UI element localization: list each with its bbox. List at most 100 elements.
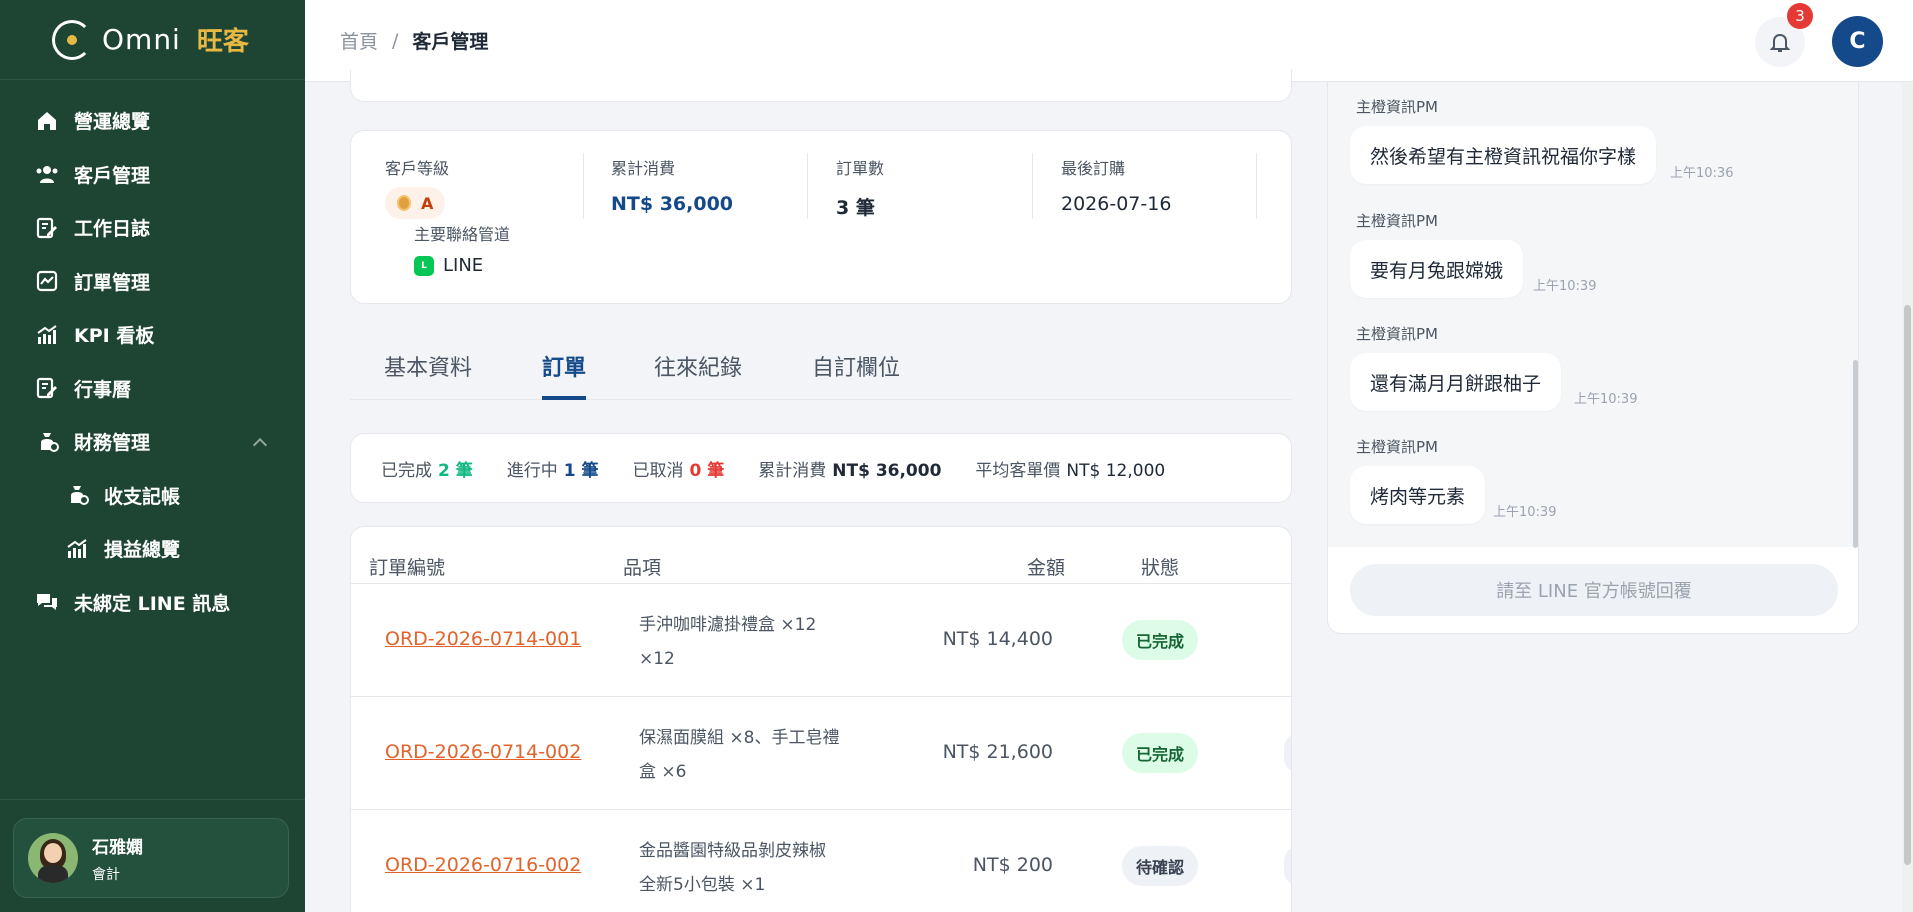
order-items: 金品醬園特級品剝皮辣椒 全新5小包裝 ×1: [639, 841, 826, 895]
sidebar-item-label: 客戶管理: [74, 164, 151, 187]
order-link[interactable]: ORD-2026-0714-001: [385, 628, 581, 650]
avatar: [28, 833, 78, 883]
user-role: 會計: [92, 866, 120, 883]
order-amount: NT$ 14,400: [942, 628, 1053, 650]
sidebar-item-unbound-line[interactable]: 未綁定 LINE 訊息: [0, 576, 305, 630]
message-bubble: 要有月兔跟嫦娥: [1350, 240, 1524, 298]
sidebar-nav: 營運總覽 客戶管理 工作日誌 訂單管理 KPI 看板 行事曆 財務管理 收支記帳…: [0, 80, 305, 629]
chat-scrollbar[interactable]: [1853, 360, 1858, 548]
order-amount: NT$ 200: [972, 854, 1053, 876]
row-action-button[interactable]: [1284, 733, 1291, 773]
message-sender: 主橙資訊PM: [1356, 438, 1438, 456]
table-row: ORD-2026-0714-001 手沖咖啡濾掛禮盒 ×12 ×12 NT$ 14…: [351, 584, 1291, 697]
bar-chart-icon: [34, 322, 60, 348]
sidebar-item-kpi[interactable]: KPI 看板: [0, 308, 305, 362]
summary-cancelled: 已取消 0 筆: [632, 460, 725, 481]
users-icon: [34, 161, 60, 187]
tab-custom-fields[interactable]: 自訂欄位: [812, 350, 900, 396]
tab-orders[interactable]: 訂單: [542, 350, 587, 400]
message-time: 上午10:39: [1533, 279, 1597, 294]
message-sender: 主橙資訊PM: [1356, 212, 1438, 230]
sidebar-item-orders[interactable]: 訂單管理: [0, 255, 305, 309]
order-items: 手沖咖啡濾掛禮盒 ×12 ×12: [639, 615, 817, 669]
account-avatar[interactable]: C: [1832, 16, 1883, 67]
row-action-button[interactable]: [1284, 846, 1291, 886]
money-bag-icon: [34, 429, 60, 455]
stat-value: 2026-07-16: [1061, 193, 1172, 215]
breadcrumb-home[interactable]: 首頁: [340, 27, 378, 54]
contact-channel: L LINE: [414, 255, 483, 276]
sidebar-item-customers[interactable]: 客戶管理: [0, 148, 305, 202]
sidebar-item-worklog[interactable]: 工作日誌: [0, 201, 305, 255]
column-header: 品項: [623, 557, 662, 579]
summary-average: 平均客單價 NT$ 12,000: [975, 460, 1166, 481]
order-link[interactable]: ORD-2026-0716-002: [385, 854, 581, 876]
reply-input[interactable]: 請至 LINE 官方帳號回覆: [1350, 564, 1838, 616]
page-scrollbar-thumb[interactable]: [1904, 305, 1911, 865]
customer-stats-card: 客戶等級 A 累計消費 NT$ 36,000 訂單數 3 筆 最後訂購 2026…: [350, 130, 1292, 304]
sidebar-item-label: 行事曆: [74, 378, 132, 401]
home-icon: [34, 108, 60, 134]
chart-line-icon: [34, 268, 60, 294]
sidebar-item-label: 營運總覽: [74, 111, 151, 134]
line-chat-panel: 主橙資訊PM 然後希望有主橙資訊祝福你字樣 上午10:36 主橙資訊PM 要有月…: [1327, 82, 1859, 634]
stat-value: NT$ 36,000: [611, 193, 734, 215]
sidebar-item-overview[interactable]: 營運總覽: [0, 94, 305, 148]
order-link[interactable]: ORD-2026-0714-002: [385, 741, 581, 763]
column-header: 訂單編號: [369, 557, 446, 579]
sidebar-item-finance[interactable]: 財務管理: [0, 415, 305, 469]
stat-label: 累計消費: [611, 159, 676, 178]
grade-badge: A: [385, 187, 446, 219]
tab-basic-info[interactable]: 基本資料: [384, 350, 472, 396]
sidebar: Omni 旺客 營運總覽 客戶管理 工作日誌 訂單管理 KPI 看板 行事曆 財…: [0, 0, 305, 912]
sidebar-item-ledger[interactable]: 收支記帳: [0, 469, 305, 523]
message-sender: 主橙資訊PM: [1356, 325, 1438, 343]
message-bubble: 還有滿月月餅跟柚子: [1350, 353, 1562, 411]
table-row: ORD-2026-0714-002 保濕面膜組 ×8、手工皂禮盒 ×6 NT$ …: [351, 697, 1291, 810]
breadcrumb-current: 客戶管理: [412, 31, 489, 53]
order-summary: 已完成 2 筆 進行中 1 筆 已取消 0 筆 累計消費 NT$ 36,000 平均客單…: [350, 433, 1292, 503]
message-time: 上午10:36: [1670, 166, 1734, 181]
customer-tabs: 基本資料 訂單 往來紀錄 自訂欄位: [350, 340, 1292, 400]
order-amount: NT$ 21,600: [942, 741, 1053, 763]
message-time: 上午10:39: [1574, 392, 1638, 407]
orders-table: 訂單編號 品項 金額 狀態 ORD-2026-0714-001 手沖咖啡濾掛禮盒…: [350, 526, 1292, 912]
brand-name: Omni: [102, 23, 181, 56]
summary-done: 已完成 2 筆: [381, 460, 473, 481]
breadcrumb-separator: /: [392, 29, 399, 52]
user-card[interactable]: 石雅嫻 會計: [13, 818, 289, 898]
table-row: ORD-2026-0716-002 金品醬園特級品剝皮辣椒 全新5小包裝 ×1 N…: [351, 810, 1291, 912]
notification-badge: 3: [1787, 3, 1813, 29]
status-badge: 已完成: [1122, 733, 1199, 773]
chevron-up-icon[interactable]: [252, 437, 268, 452]
sidebar-item-label: 工作日誌: [74, 218, 151, 241]
sidebar-item-label: 未綁定 LINE 訊息: [74, 592, 231, 615]
sidebar-item-calendar[interactable]: 行事曆: [0, 362, 305, 416]
edit-note-icon: [34, 215, 60, 241]
stat-label: 客戶等級: [385, 159, 450, 178]
money-bag-icon: [64, 482, 90, 508]
message-bubble: 烤肉等元素: [1350, 466, 1486, 524]
brand-logo[interactable]: Omni 旺客: [0, 0, 305, 80]
channel-label: 主要聯絡管道: [414, 225, 511, 244]
sidebar-item-label: 損益總覽: [104, 539, 181, 562]
sidebar-item-label: 財務管理: [74, 432, 151, 455]
sidebar-item-profit-loss[interactable]: 損益總覽: [0, 522, 305, 576]
summary-total: 累計消費 NT$ 36,000: [758, 460, 942, 481]
sidebar-divider: [0, 799, 305, 800]
column-header: 金額: [1027, 557, 1066, 579]
status-badge: 待確認: [1122, 846, 1199, 886]
stat-total-spend: 累計消費 NT$ 36,000: [611, 155, 733, 215]
tab-interactions[interactable]: 往來紀錄: [654, 350, 742, 396]
line-icon: L: [414, 255, 434, 276]
bell-icon: [1769, 33, 1791, 52]
sidebar-item-label: 訂單管理: [74, 271, 151, 294]
stat-label: 訂單數: [836, 159, 885, 178]
column-header: 狀態: [1141, 557, 1180, 579]
brand-name-cn: 旺客: [196, 27, 249, 57]
profile-card-bottom: [350, 70, 1292, 102]
message-time: 上午10:39: [1493, 505, 1557, 520]
chat-icon: [34, 589, 60, 615]
stat-grade: 客戶等級 A: [385, 155, 449, 219]
status-badge: 已完成: [1122, 620, 1199, 660]
